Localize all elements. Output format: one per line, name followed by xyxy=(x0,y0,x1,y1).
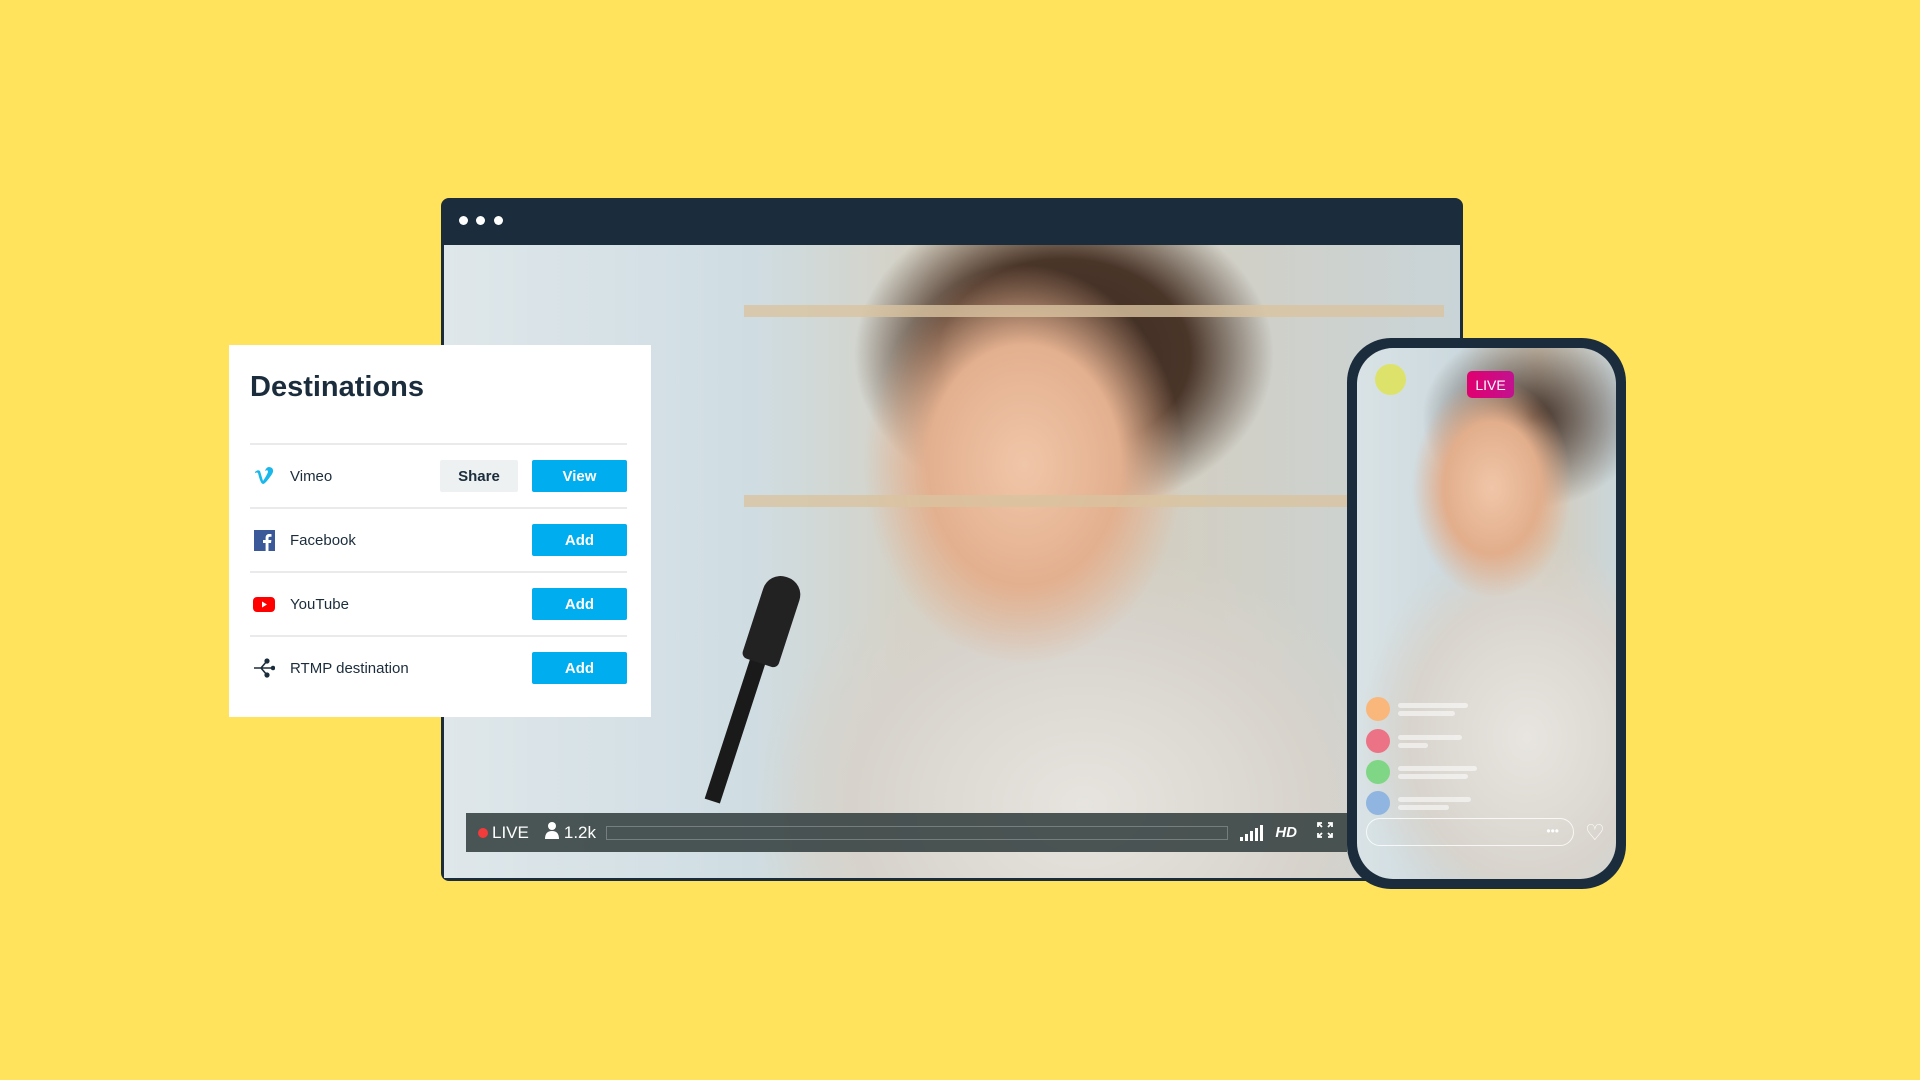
comment-input[interactable]: ••• xyxy=(1366,818,1574,846)
phone-mockup: LIVE ••• ♡ xyxy=(1347,338,1626,889)
more-icon[interactable]: ••• xyxy=(1546,824,1559,838)
add-rtmp-button[interactable]: Add xyxy=(532,652,627,684)
shelf xyxy=(744,305,1444,317)
destination-label: Facebook xyxy=(290,531,356,549)
comment xyxy=(1366,760,1477,784)
heart-icon[interactable]: ♡ xyxy=(1585,820,1605,846)
phone-live-badge: LIVE xyxy=(1467,371,1514,398)
window-dot[interactable] xyxy=(459,216,468,225)
commenter-avatar xyxy=(1366,791,1390,815)
phone-stream: LIVE ••• ♡ xyxy=(1357,348,1616,879)
panel-title: Destinations xyxy=(250,371,425,403)
commenter-avatar xyxy=(1366,760,1390,784)
add-facebook-button[interactable]: Add xyxy=(532,524,627,556)
comment xyxy=(1366,791,1471,815)
destination-row-facebook: Facebook Add xyxy=(250,507,627,571)
add-youtube-button[interactable]: Add xyxy=(532,588,627,620)
destination-label: YouTube xyxy=(290,595,349,613)
player-control-bar: LIVE 1.2k HD xyxy=(466,813,1347,852)
destinations-panel: Destinations Vimeo Share View Facebook A… xyxy=(229,345,651,717)
destination-label: Vimeo xyxy=(290,467,333,485)
microphone-handle xyxy=(704,646,770,804)
destination-row-vimeo: Vimeo Share View xyxy=(250,443,627,507)
comment xyxy=(1366,729,1462,753)
share-button[interactable]: Share xyxy=(440,460,518,492)
view-button[interactable]: View xyxy=(532,460,627,492)
fullscreen-icon[interactable] xyxy=(1317,822,1333,843)
destination-row-rtmp: RTMP destination Add xyxy=(250,635,627,699)
destination-label: RTMP destination xyxy=(290,659,409,677)
vimeo-icon xyxy=(252,465,276,487)
youtube-icon xyxy=(252,593,276,615)
streamer-avatar[interactable] xyxy=(1375,364,1406,395)
comment xyxy=(1366,697,1468,721)
microphone xyxy=(741,571,805,669)
commenter-avatar xyxy=(1366,729,1390,753)
commenter-avatar xyxy=(1366,697,1390,721)
window-dot[interactable] xyxy=(476,216,485,225)
viewer-icon xyxy=(544,821,559,844)
live-dot-icon xyxy=(478,827,488,838)
viewer-count: 1.2k xyxy=(563,822,596,842)
destination-row-youtube: YouTube Add xyxy=(250,571,627,635)
live-label: LIVE xyxy=(492,822,529,842)
progress-bar[interactable] xyxy=(606,825,1229,840)
facebook-icon xyxy=(252,529,276,551)
hd-badge[interactable]: HD xyxy=(1275,824,1297,841)
window-dot[interactable] xyxy=(494,216,503,225)
rtmp-icon xyxy=(252,657,276,679)
signal-icon xyxy=(1240,824,1264,841)
shelf xyxy=(744,495,1444,507)
